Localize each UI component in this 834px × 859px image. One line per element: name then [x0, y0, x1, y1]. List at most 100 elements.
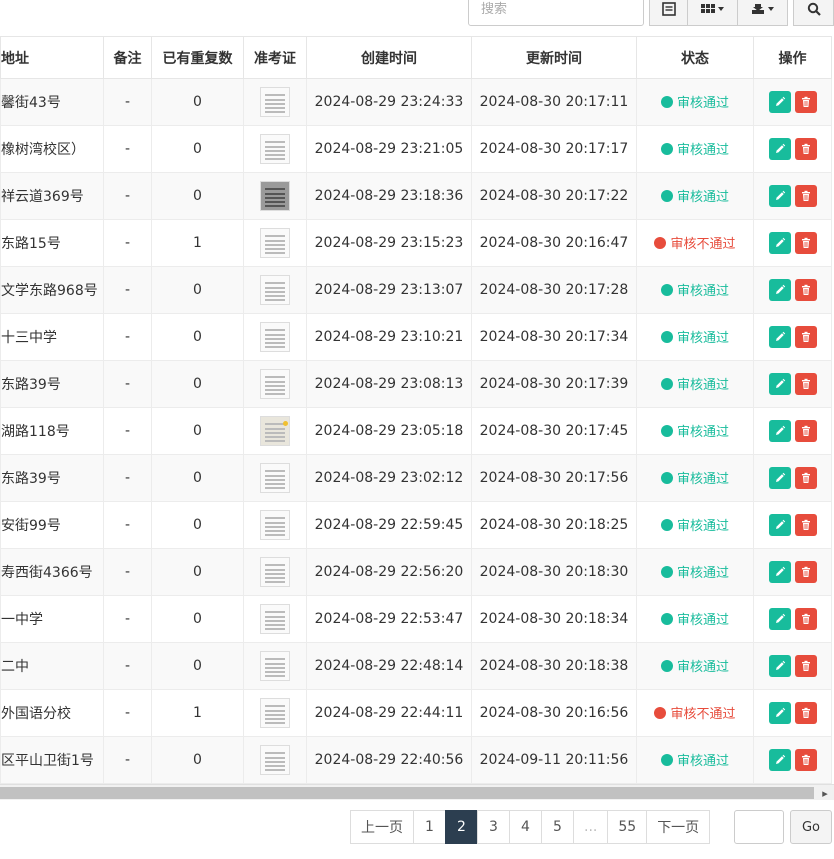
column-header-status[interactable]: 状态 [636, 36, 754, 79]
column-header-duplicates[interactable]: 已有重复数 [151, 36, 244, 79]
scroll-right-arrow-icon[interactable]: ▸ [818, 785, 832, 801]
table-row[interactable]: 东路39号 - 0 2024-08-29 23:08:13 2024-08-30… [0, 360, 832, 408]
edit-button[interactable] [768, 608, 791, 630]
toggle-view-button[interactable] [649, 0, 688, 26]
cell-actions [753, 266, 832, 314]
edit-button[interactable] [768, 420, 791, 442]
delete-button[interactable] [794, 608, 817, 630]
table-row[interactable]: 安街99号 - 0 2024-08-29 22:59:45 2024-08-30… [0, 501, 832, 549]
status-label: 审核通过 [676, 613, 729, 629]
table-row[interactable]: 馨街43号 - 0 2024-08-29 23:24:33 2024-08-30… [0, 78, 832, 126]
cell-duplicates: 0 [151, 595, 244, 643]
delete-button[interactable] [794, 702, 817, 724]
admission-ticket-thumbnail[interactable] [260, 228, 290, 258]
trash-icon [801, 472, 810, 483]
edit-button[interactable] [768, 702, 791, 724]
delete-button[interactable] [794, 749, 817, 771]
cell-remark: - [103, 407, 152, 455]
columns-dropdown-button[interactable] [687, 0, 738, 26]
delete-button[interactable] [794, 138, 817, 160]
status-label: 审核不通过 [670, 707, 736, 723]
delete-button[interactable] [794, 232, 817, 254]
page-button[interactable]: 5 [541, 810, 574, 844]
admission-ticket-thumbnail[interactable] [260, 87, 290, 117]
list-icon [661, 2, 676, 16]
column-header-address[interactable]: 地址 [0, 36, 104, 79]
table-row[interactable]: 湖路118号 - 0 2024-08-29 23:05:18 2024-08-3… [0, 407, 832, 455]
delete-button[interactable] [794, 326, 817, 348]
search-input[interactable] [468, 0, 644, 26]
scrollbar-thumb[interactable] [0, 787, 814, 799]
table-row[interactable]: 橡树湾校区） - 0 2024-08-29 23:21:05 2024-08-3… [0, 125, 832, 173]
admission-ticket-thumbnail[interactable] [260, 463, 290, 493]
page-button[interactable]: 55 [607, 810, 648, 844]
edit-button[interactable] [768, 373, 791, 395]
admission-ticket-thumbnail[interactable] [260, 369, 290, 399]
table-row[interactable]: 外国语分校 - 1 2024-08-29 22:44:11 2024-08-30… [0, 689, 832, 737]
goto-page-input[interactable] [734, 810, 784, 844]
admission-ticket-thumbnail[interactable] [260, 604, 290, 634]
admission-ticket-thumbnail[interactable] [260, 181, 290, 211]
delete-button[interactable] [794, 514, 817, 536]
column-header-created[interactable]: 创建时间 [306, 36, 472, 79]
table-row[interactable]: 东路39号 - 0 2024-08-29 23:02:12 2024-08-30… [0, 454, 832, 502]
next-page-button[interactable]: 下一页 [646, 810, 711, 844]
delete-button[interactable] [794, 561, 817, 583]
page-button[interactable]: 1 [413, 810, 446, 844]
page-button-current[interactable]: 2 [445, 810, 478, 844]
prev-page-button[interactable]: 上一页 [350, 810, 414, 844]
delete-button[interactable] [794, 467, 817, 489]
admission-ticket-thumbnail[interactable] [260, 275, 290, 305]
table-row[interactable]: 二中 - 0 2024-08-29 22:48:14 2024-08-30 20… [0, 642, 832, 690]
edit-button[interactable] [768, 655, 791, 677]
edit-button[interactable] [768, 232, 791, 254]
table-row[interactable]: 一中学 - 0 2024-08-29 22:53:47 2024-08-30 2… [0, 595, 832, 643]
export-dropdown-button[interactable] [737, 0, 788, 26]
status-badge: 审核通过 [660, 515, 729, 534]
edit-button[interactable] [768, 185, 791, 207]
column-header-remark[interactable]: 备注 [103, 36, 152, 79]
edit-button[interactable] [768, 279, 791, 301]
delete-button[interactable] [794, 279, 817, 301]
edit-button[interactable] [768, 326, 791, 348]
edit-button[interactable] [768, 561, 791, 583]
search-toggle-button[interactable] [793, 0, 834, 26]
admission-ticket-thumbnail[interactable] [260, 322, 290, 352]
admission-ticket-thumbnail[interactable] [260, 557, 290, 587]
table-row[interactable]: 文学东路968号 - 0 2024-08-29 23:13:07 2024-08… [0, 266, 832, 314]
pencil-icon [775, 284, 785, 294]
status-badge: 审核通过 [660, 327, 729, 346]
cell-remark: - [103, 501, 152, 549]
table-row[interactable]: 区平山卫街1号 - 0 2024-08-29 22:40:56 2024-09-… [0, 736, 832, 784]
cell-admission-ticket [243, 172, 307, 220]
delete-button[interactable] [794, 91, 817, 113]
page-button[interactable]: 3 [477, 810, 510, 844]
admission-ticket-thumbnail[interactable] [260, 416, 290, 446]
delete-button[interactable] [794, 655, 817, 677]
go-button[interactable]: Go [790, 810, 832, 844]
status-dot-icon [660, 518, 673, 531]
cell-updated: 2024-08-30 20:17:11 [471, 78, 637, 126]
cell-status: 审核通过 [636, 78, 754, 126]
table-row[interactable]: 寿西街4366号 - 0 2024-08-29 22:56:20 2024-08… [0, 548, 832, 596]
table-row[interactable]: 祥云道369号 - 0 2024-08-29 23:18:36 2024-08-… [0, 172, 832, 220]
table-row[interactable]: 东路15号 - 1 2024-08-29 23:15:23 2024-08-30… [0, 219, 832, 267]
admission-ticket-thumbnail[interactable] [260, 698, 290, 728]
edit-button[interactable] [768, 514, 791, 536]
column-header-updated[interactable]: 更新时间 [471, 36, 637, 79]
admission-ticket-thumbnail[interactable] [260, 651, 290, 681]
delete-button[interactable] [794, 185, 817, 207]
horizontal-scrollbar[interactable]: ▸ [0, 784, 834, 800]
edit-button[interactable] [768, 138, 791, 160]
admission-ticket-thumbnail[interactable] [260, 510, 290, 540]
table-row[interactable]: 十三中学 - 0 2024-08-29 23:10:21 2024-08-30 … [0, 313, 832, 361]
delete-button[interactable] [794, 373, 817, 395]
admission-ticket-thumbnail[interactable] [260, 134, 290, 164]
edit-button[interactable] [768, 749, 791, 771]
edit-button[interactable] [768, 91, 791, 113]
column-header-admission-ticket[interactable]: 准考证 [243, 36, 307, 79]
page-button[interactable]: 4 [509, 810, 542, 844]
edit-button[interactable] [768, 467, 791, 489]
admission-ticket-thumbnail[interactable] [260, 745, 290, 775]
delete-button[interactable] [794, 420, 817, 442]
